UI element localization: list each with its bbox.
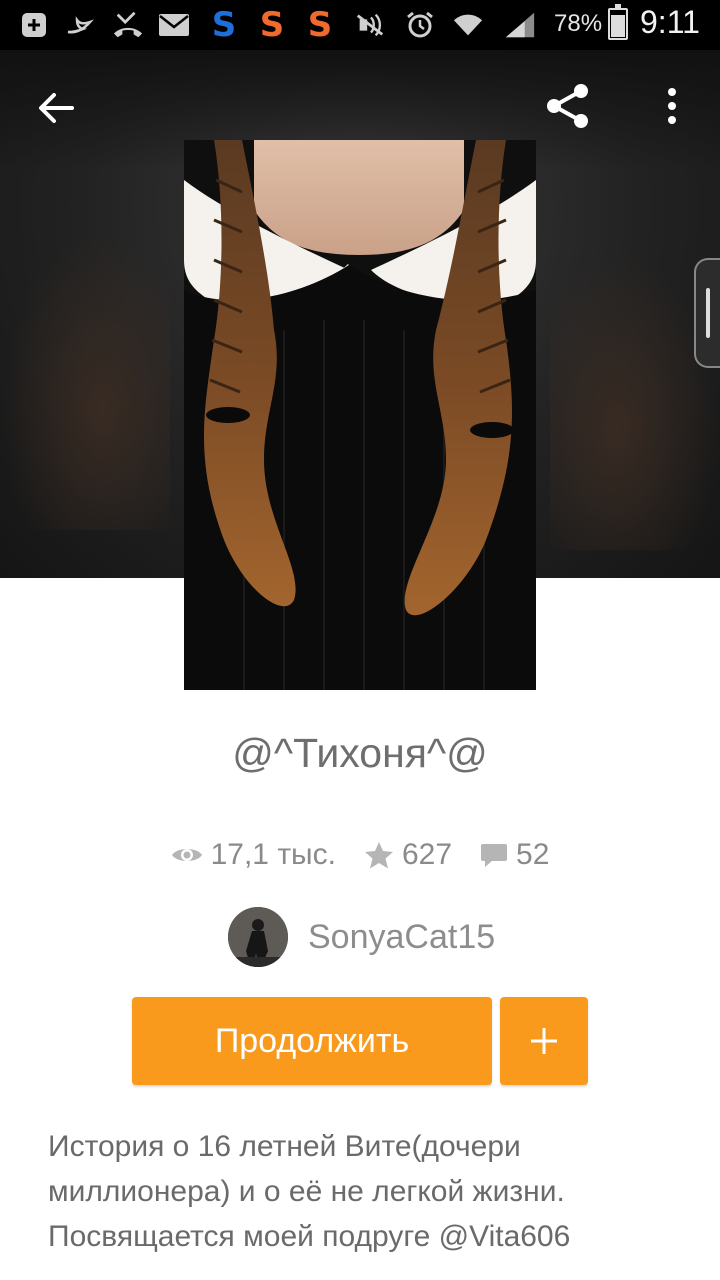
s-app-orange-icon-2: S <box>307 5 333 45</box>
comments-count: 52 <box>516 838 550 871</box>
story-description: История о 16 летней Вите(дочери миллионе… <box>48 1130 571 1253</box>
s-app-blue-icon: S <box>211 5 237 45</box>
more-vert-icon <box>668 88 676 124</box>
cover-artwork <box>184 140 536 690</box>
battery-percent: 78% <box>554 10 603 37</box>
star-icon <box>364 842 393 869</box>
bird-notification-icon <box>64 9 96 41</box>
battery-icon <box>608 4 628 40</box>
story-cover-image[interactable] <box>184 140 536 690</box>
more-options-button[interactable] <box>652 78 692 134</box>
author-row[interactable]: SonyaCat15 <box>228 906 495 968</box>
signal-icon <box>504 9 536 41</box>
s-app-orange-icon: S <box>259 5 285 45</box>
nfc-mute-icon <box>354 9 386 41</box>
story-stats: 17,1 тыс. 627 52 <box>0 838 720 872</box>
clock: 9:11 <box>640 4 700 40</box>
side-panel-handle[interactable] <box>694 258 720 368</box>
votes-stat: 627 <box>364 838 452 872</box>
missed-call-icon <box>112 9 144 41</box>
views-stat: 17,1 тыс. <box>171 838 336 872</box>
eye-icon <box>171 849 202 861</box>
add-notification-icon <box>18 9 50 41</box>
share-icon <box>547 84 588 128</box>
status-bar: S S S 78% 9:11 <box>0 0 720 50</box>
story-title: @^Тихоня^@ <box>232 730 488 776</box>
mail-icon <box>158 9 190 41</box>
alarm-icon <box>404 9 436 41</box>
author-name[interactable]: SonyaCat15 <box>308 918 495 957</box>
add-to-library-button[interactable] <box>500 997 588 1085</box>
back-button[interactable] <box>28 80 84 136</box>
share-button[interactable] <box>540 78 596 134</box>
back-arrow-icon <box>39 93 74 123</box>
wifi-icon <box>452 9 484 41</box>
author-avatar[interactable] <box>228 907 288 967</box>
continue-reading-button[interactable]: Продолжить <box>132 997 492 1085</box>
plus-icon <box>531 1028 557 1054</box>
comments-stat: 52 <box>480 838 549 872</box>
comment-icon <box>481 844 508 867</box>
views-count: 17,1 тыс. <box>210 838 336 871</box>
votes-count: 627 <box>401 838 453 871</box>
